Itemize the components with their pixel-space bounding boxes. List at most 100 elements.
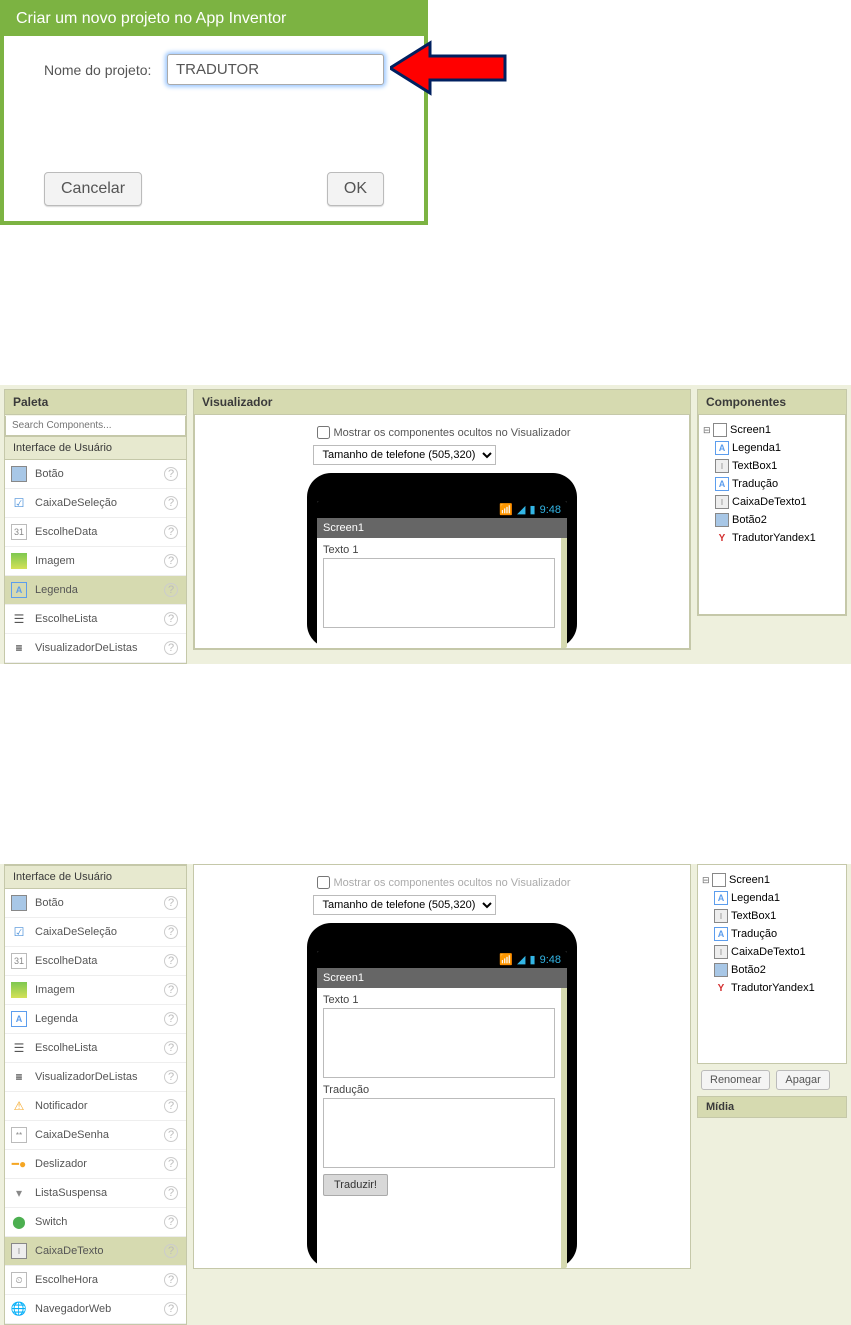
palette-item-image[interactable]: Imagem? [5,976,186,1005]
palette-list: Botão? ☑CaixaDeSeleção? 31EscolheData? I… [5,460,186,663]
help-icon[interactable]: ? [164,983,178,997]
help-icon[interactable]: ? [164,1273,178,1287]
palette-panel-b: Interface de Usuário Botão? ☑CaixaDeSele… [4,864,187,1325]
collapse-icon[interactable]: ⊟ [702,875,712,886]
tree-textbox1[interactable]: ITextBox1 [702,907,842,925]
tree-legenda1[interactable]: ALegenda1 [703,439,841,457]
wifi-icon: 📶 [499,503,513,516]
phone-textbox1[interactable] [323,1008,555,1078]
tree-textbox1[interactable]: ITextBox1 [703,457,841,475]
phone-size-select[interactable]: Tamanho de telefone (505,320) [313,445,496,465]
cancel-button[interactable]: Cancelar [44,172,142,206]
phone-label-traducao[interactable]: Tradução [323,1084,555,1096]
palette-item-listview[interactable]: ≡VisualizadorDeListas? [5,1063,186,1092]
arrow-annotation [390,38,510,98]
help-icon[interactable]: ? [164,1012,178,1026]
phone-time: 9:48 [540,504,561,516]
palette-item-textbox[interactable]: ICaixaDeTexto? [5,1237,186,1266]
search-components-input[interactable] [5,416,186,436]
palette-item-spinner[interactable]: ▾ListaSuspensa? [5,1179,186,1208]
components-title: Componentes [698,390,846,415]
palette-item-notifier[interactable]: ⚠Notificador? [5,1092,186,1121]
rename-button[interactable]: Renomear [701,1070,770,1090]
tree-caixadetexto1[interactable]: ICaixaDeTexto1 [703,493,841,511]
tree-tradutoryandex1[interactable]: YTradutorYandex1 [703,529,841,547]
help-icon[interactable]: ? [164,925,178,939]
palette-item-webviewer[interactable]: 🌐NavegadorWeb? [5,1295,186,1324]
phone-textbox2[interactable] [323,1098,555,1168]
designer-section-b: Interface de Usuário Botão? ☑CaixaDeSele… [0,864,851,1325]
media-title: Mídia [697,1096,847,1118]
palette-item-listpicker[interactable]: ☰EscolheLista? [5,605,186,634]
palette-item-label[interactable]: ALegenda? [5,1005,186,1034]
help-icon[interactable]: ? [164,896,178,910]
tree-screen1[interactable]: ⊟Screen1 [702,871,842,889]
help-icon[interactable]: ? [164,1041,178,1055]
signal-icon: ◢ [517,953,525,966]
palette-title: Paleta [5,390,186,415]
palette-category-b[interactable]: Interface de Usuário [5,865,186,889]
help-icon[interactable]: ? [164,525,178,539]
ok-button[interactable]: OK [327,172,384,206]
viewer-panel: Visualizador Mostrar os componentes ocul… [193,389,691,650]
tree-traducao[interactable]: ATradução [702,925,842,943]
tree-screen1[interactable]: ⊟Screen1 [703,421,841,439]
help-icon[interactable]: ? [164,1244,178,1258]
help-icon[interactable]: ? [164,1215,178,1229]
palette-item-datepicker[interactable]: 31EscolheData? [5,518,186,547]
phone-traduzir-button[interactable]: Traduzir! [323,1174,388,1196]
project-name-input[interactable] [167,54,384,85]
help-icon[interactable]: ? [164,1128,178,1142]
tree-legenda1[interactable]: ALegenda1 [702,889,842,907]
phone-app-bar: Screen1 [317,968,567,988]
help-icon[interactable]: ? [164,1302,178,1316]
components-panel-b: ⊟Screen1 ALegenda1 ITextBox1 ATradução I… [697,864,847,1118]
battery-icon: ▮ [530,953,536,966]
palette-item-slider[interactable]: ━●Deslizador? [5,1150,186,1179]
help-icon[interactable]: ? [164,1070,178,1084]
palette-item-label[interactable]: ALegenda? [5,576,186,605]
tree-traducao[interactable]: ATradução [703,475,841,493]
palette-item-listview[interactable]: ≡VisualizadorDeListas? [5,634,186,663]
help-icon[interactable]: ? [164,467,178,481]
palette-item-timepicker[interactable]: ⏲EscolheHora? [5,1266,186,1295]
collapse-icon[interactable]: ⊟ [703,425,713,436]
palette-item-checkbox[interactable]: ☑CaixaDeSeleção? [5,918,186,947]
tree-botao2[interactable]: Botão2 [703,511,841,529]
signal-icon: ◢ [517,503,525,516]
palette-item-switch[interactable]: ⬤Switch? [5,1208,186,1237]
palette-item-password[interactable]: **CaixaDeSenha? [5,1121,186,1150]
tree-caixadetexto1[interactable]: ICaixaDeTexto1 [702,943,842,961]
phone-size-select[interactable]: Tamanho de telefone (505,320) [313,895,496,915]
help-icon[interactable]: ? [164,612,178,626]
tree-tradutoryandex1[interactable]: YTradutorYandex1 [702,979,842,997]
help-icon[interactable]: ? [164,1099,178,1113]
help-icon[interactable]: ? [164,583,178,597]
project-name-label: Nome do projeto: [44,61,167,79]
dialog-title: Criar um novo projeto no App Inventor [4,4,424,36]
palette-panel: Paleta Interface de Usuário Botão? ☑Caix… [4,389,187,664]
palette-category[interactable]: Interface de Usuário [5,436,186,460]
palette-item-botao[interactable]: Botão? [5,889,186,918]
palette-item-datepicker[interactable]: 31EscolheData? [5,947,186,976]
components-panel: Componentes ⊟Screen1 ALegenda1 ITextBox1… [697,389,847,616]
help-icon[interactable]: ? [164,1157,178,1171]
phone-label-texto1[interactable]: Texto 1 [323,544,555,556]
show-hidden-checkbox[interactable]: Mostrar os componentes ocultos no Visual… [313,873,570,892]
palette-item-botao[interactable]: Botão? [5,460,186,489]
battery-icon: ▮ [530,503,536,516]
phone-label-texto1[interactable]: Texto 1 [323,994,555,1006]
delete-button[interactable]: Apagar [776,1070,829,1090]
help-icon[interactable]: ? [164,496,178,510]
help-icon[interactable]: ? [164,641,178,655]
show-hidden-checkbox[interactable]: Mostrar os componentes ocultos no Visual… [313,423,570,442]
palette-item-image[interactable]: Imagem? [5,547,186,576]
tree-botao2[interactable]: Botão2 [702,961,842,979]
palette-item-listpicker[interactable]: ☰EscolheLista? [5,1034,186,1063]
help-icon[interactable]: ? [164,1186,178,1200]
help-icon[interactable]: ? [164,554,178,568]
palette-item-checkbox[interactable]: ☑CaixaDeSeleção? [5,489,186,518]
phone-mock: 📶 ◢ ▮ 9:48 Screen1 Texto 1 [307,473,577,648]
phone-textbox1[interactable] [323,558,555,628]
help-icon[interactable]: ? [164,954,178,968]
